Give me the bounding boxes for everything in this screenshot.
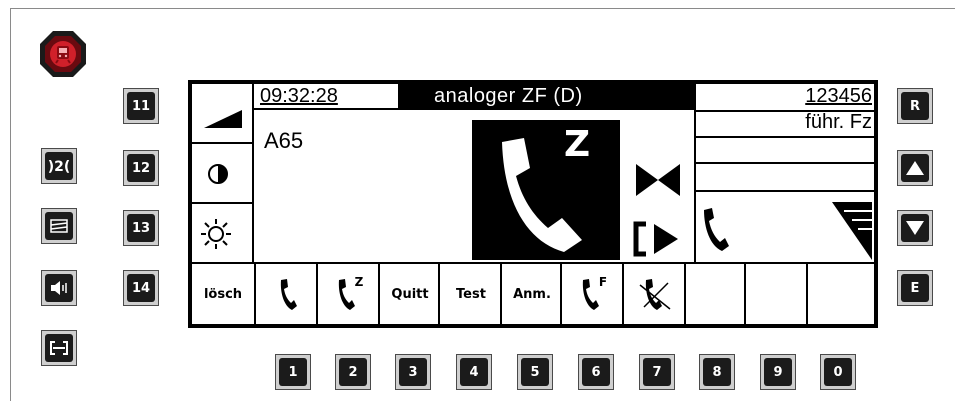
number-key-8[interactable]: 8 — [699, 354, 735, 390]
arrow-up-key[interactable] — [897, 150, 933, 186]
key-13[interactable]: 13 — [123, 210, 159, 246]
small-handset-icon — [704, 208, 729, 251]
key-e[interactable]: E — [897, 270, 933, 306]
softkey-hangup[interactable] — [622, 264, 686, 324]
speaker-icon — [45, 274, 73, 302]
softkey-quitt-label: Quitt — [391, 286, 429, 302]
call-z-sup: Z — [354, 275, 364, 289]
softkey-anm-label: Anm. — [513, 286, 551, 302]
svg-text:)2(: )2( — [48, 159, 70, 174]
mode-label: analoger ZF (D) — [434, 85, 583, 107]
role-label: führ. Fz — [805, 111, 872, 133]
softkey-delete[interactable]: lösch — [192, 264, 254, 324]
contrast-icon — [208, 164, 228, 184]
coupling-key[interactable] — [41, 330, 77, 366]
softkey-empty-2[interactable] — [744, 264, 808, 324]
number-key-0[interactable]: 0 — [820, 354, 856, 390]
bypass-icon: )2( — [45, 152, 73, 180]
volume-ramp-icon — [204, 110, 242, 128]
phone-handset-icon — [502, 138, 582, 252]
signal-strength-icon — [832, 202, 872, 260]
number-key-3[interactable]: 3 — [395, 354, 431, 390]
info-panel: 123456 führ. Fz — [694, 84, 874, 264]
softkey-call-f[interactable]: F — [560, 264, 624, 324]
bypass-key[interactable]: )2( — [41, 148, 77, 184]
softkey-empty-1[interactable] — [684, 264, 746, 324]
emergency-stop-button[interactable] — [39, 30, 87, 78]
transfer-arrow-icon — [633, 221, 678, 257]
number-key-5[interactable]: 5 — [517, 354, 553, 390]
number-key-1[interactable]: 1 — [275, 354, 311, 390]
call-z-icon — [338, 279, 355, 310]
number-key-2[interactable]: 2 — [335, 354, 371, 390]
train-id: A65 — [264, 128, 304, 153]
call-icon — [280, 279, 297, 310]
window-icon — [45, 212, 73, 240]
call-f-icon — [582, 279, 599, 310]
key-11[interactable]: 11 — [123, 88, 159, 124]
number-key-6[interactable]: 6 — [578, 354, 614, 390]
key-r[interactable]: R — [897, 88, 933, 124]
number-key-9[interactable]: 9 — [760, 354, 796, 390]
key-12[interactable]: 12 — [123, 150, 159, 186]
number-key-4[interactable]: 4 — [456, 354, 492, 390]
radio-display: 09:32:28 analoger ZF (D) A65 Z 123456 fü… — [188, 80, 878, 328]
hangup-icon — [639, 279, 671, 310]
softkey-empty-3[interactable] — [806, 264, 874, 324]
subscriber-number: 123456 — [805, 85, 872, 107]
time-display: 09:32:28 — [260, 85, 338, 107]
coupling-icon — [45, 334, 73, 362]
arrow-up-icon — [901, 154, 929, 182]
softkey-delete-label: lösch — [203, 286, 243, 302]
mode-banner: analoger ZF (D) — [398, 84, 694, 108]
arrow-down-key[interactable] — [897, 210, 933, 246]
call-f-sup: F — [598, 275, 608, 289]
softkey-test[interactable]: Test — [438, 264, 502, 324]
arrow-down-icon — [901, 214, 929, 242]
softkey-quitt[interactable]: Quitt — [378, 264, 440, 324]
softkey-test-label: Test — [456, 286, 486, 302]
softkey-anm[interactable]: Anm. — [500, 264, 562, 324]
stop-octagon-icon — [40, 31, 86, 77]
brightness-control[interactable] — [192, 204, 254, 264]
window-key[interactable] — [41, 208, 77, 244]
softkey-call[interactable] — [254, 264, 318, 324]
speaker-key[interactable] — [41, 270, 77, 306]
bowtie-icon — [636, 164, 680, 196]
softkey-call-z[interactable]: Z — [316, 264, 380, 324]
brightness-icon — [201, 219, 231, 249]
status-bar: 09:32:28 analoger ZF (D) — [254, 84, 694, 110]
active-call-indicator: Z — [472, 120, 620, 260]
call-type-letter: Z — [564, 124, 591, 165]
volume-control[interactable] — [192, 84, 254, 144]
contrast-control[interactable] — [192, 144, 254, 204]
key-14[interactable]: 14 — [123, 270, 159, 306]
number-key-7[interactable]: 7 — [639, 354, 675, 390]
